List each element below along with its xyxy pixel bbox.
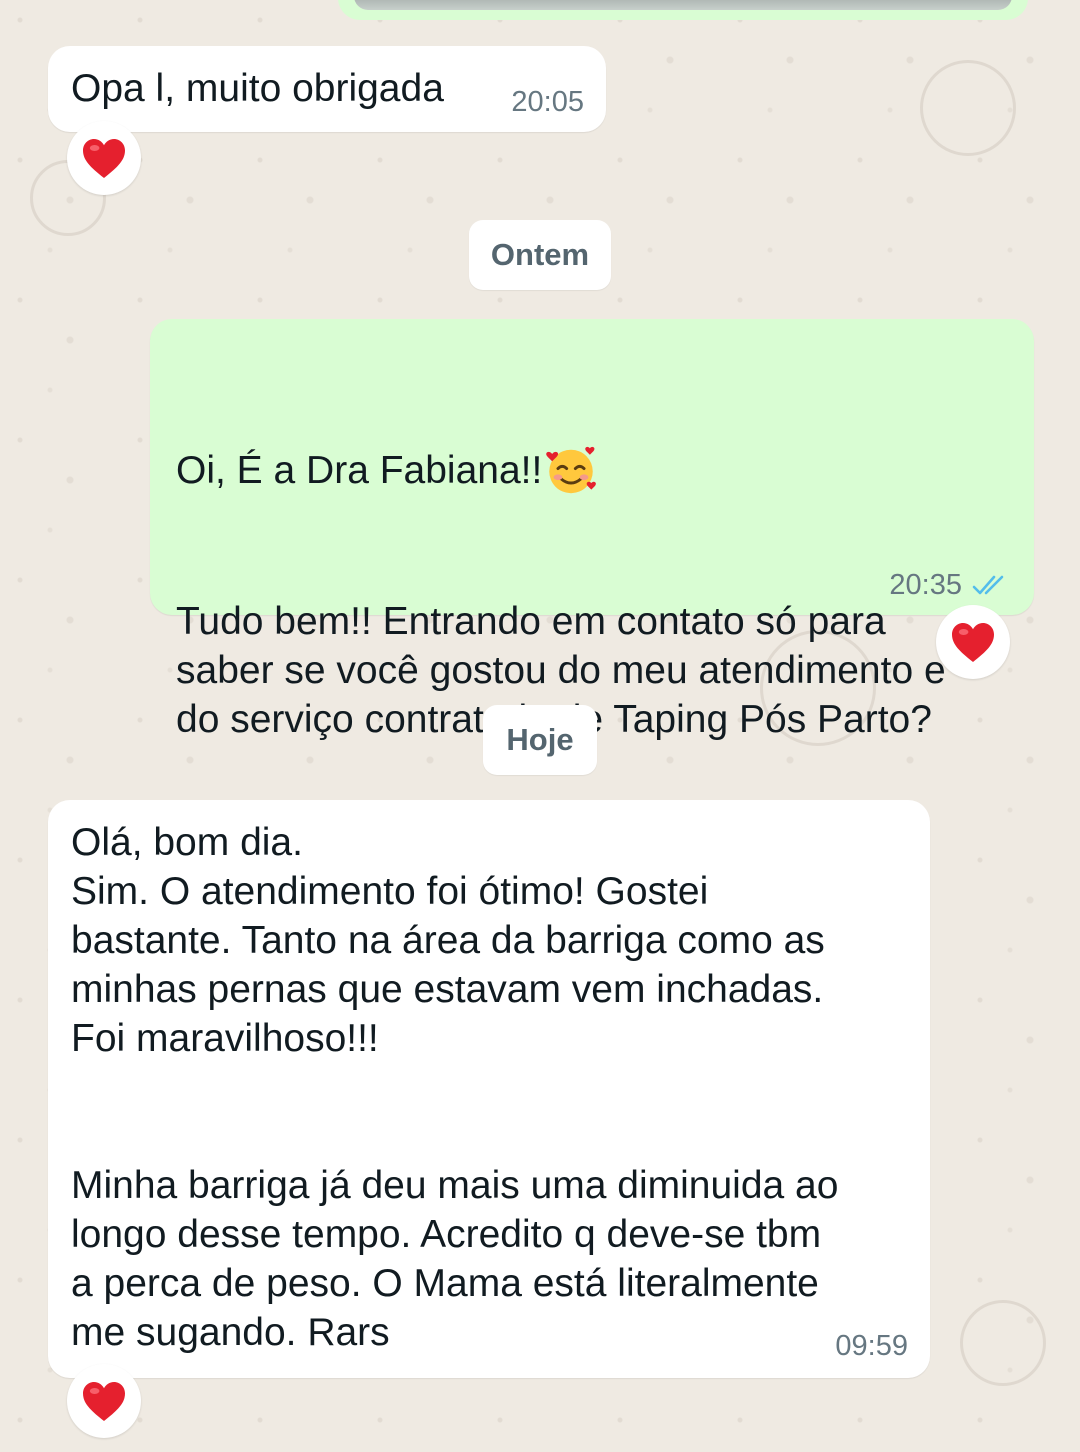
date-separator: Hoje [483,705,597,775]
message-text-line: Oi, É a Dra Fabiana!! [176,448,543,492]
message-text: Opa l, muito obrigada [71,67,444,110]
message-bubble-incoming[interactable]: Opa l, muito obrigada 20:05 [48,46,606,132]
double-check-read-icon [972,573,1012,599]
media-thumbnail [354,0,1012,10]
message-bubble-outgoing[interactable]: Oi, É a Dra Fabiana!! Tudo bem!! Entrand… [150,319,1034,741]
smiling-face-with-hearts-icon [546,446,597,494]
reaction-badge[interactable] [67,121,141,195]
message-meta: 09:59 [835,1330,908,1363]
heart-icon [83,1382,125,1421]
heart-icon [83,139,125,178]
message-time: 09:59 [835,1330,908,1362]
message-text: Olá, bom dia. Sim. O atendimento foi óti… [71,821,839,1354]
message-time: 20:35 [889,569,962,601]
message-bubble-incoming[interactable]: Olá, bom dia. Sim. O atendimento foi óti… [48,800,930,1378]
wallpaper-doodle [960,1300,1046,1386]
message-meta: 20:05 [511,86,584,119]
message-meta: 20:35 [889,569,1012,602]
wallpaper-doodle [920,60,1016,156]
heart-icon [952,623,994,662]
reaction-badge[interactable] [936,605,1010,679]
reaction-badge[interactable] [67,1364,141,1438]
previous-media-message[interactable] [338,0,1028,20]
message-time: 20:05 [511,86,584,118]
date-separator: Ontem [469,220,611,290]
